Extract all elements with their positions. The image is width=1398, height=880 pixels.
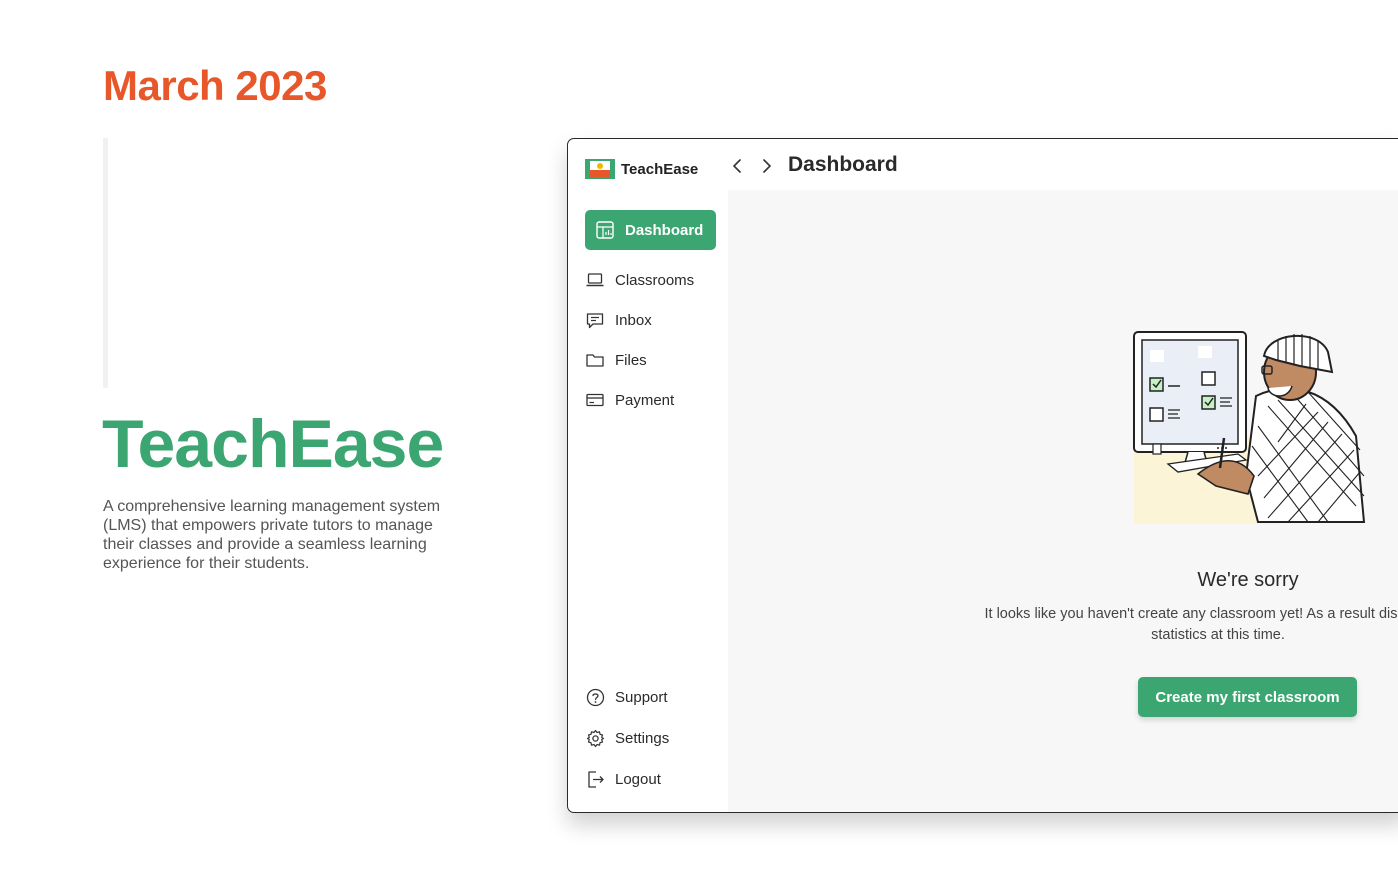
forward-arrow-icon[interactable] (758, 155, 776, 177)
sidebar-item-label: Files (615, 351, 647, 369)
hero-divider (103, 138, 108, 388)
sidebar-item-support[interactable]: Support (585, 677, 668, 717)
hero-brand: TeachEase (102, 406, 444, 482)
main-content: We're sorry It looks like you haven't cr… (728, 190, 1398, 812)
help-icon (585, 687, 605, 707)
card-icon (585, 390, 605, 410)
sidebar-item-label: Inbox (615, 311, 652, 329)
folder-icon (585, 350, 605, 370)
empty-state-title: We're sorry (1197, 569, 1299, 591)
sidebar-item-label: Payment (615, 391, 675, 409)
laptop-icon (585, 270, 605, 290)
back-arrow-icon[interactable] (728, 155, 746, 177)
logout-icon (585, 769, 605, 789)
sidebar-item-label: Dashboard (625, 221, 704, 239)
logo-icon (585, 159, 615, 179)
gear-icon (585, 728, 605, 748)
sidebar-item-classrooms[interactable]: Classrooms (585, 260, 694, 300)
logo-name: TeachEase (621, 160, 699, 178)
hero-date: March 2023 (103, 62, 327, 109)
sidebar-item-label: Settings (615, 729, 670, 747)
app-logo[interactable]: TeachEase (585, 159, 698, 179)
sidebar-item-label: Classrooms (615, 271, 695, 289)
sidebar-item-dashboard[interactable]: Dashboard (585, 210, 716, 250)
sidebar-item-settings[interactable]: Settings (585, 718, 669, 758)
dashboard-icon (595, 220, 615, 240)
sidebar-item-payment[interactable]: Payment (585, 380, 674, 420)
history-nav (728, 155, 776, 177)
create-classroom-button[interactable]: Create my first classroom (1138, 677, 1357, 717)
page-title: Dashboard (788, 153, 898, 176)
chat-icon (585, 310, 605, 330)
hero-description: A comprehensive learning management syst… (103, 498, 441, 572)
sidebar-item-logout[interactable]: Logout (585, 759, 661, 799)
empty-state-message: It looks like you haven't create any cla… (984, 606, 1398, 643)
sidebar-item-label: Support (615, 688, 668, 706)
sidebar-item-label: Logout (615, 770, 661, 788)
empty-state-illustration (1128, 326, 1368, 530)
sidebar-item-files[interactable]: Files (585, 340, 647, 380)
sidebar-item-inbox[interactable]: Inbox (585, 300, 652, 340)
app-window: TeachEase Dashboard Dashboard Classrooms… (567, 138, 1398, 813)
